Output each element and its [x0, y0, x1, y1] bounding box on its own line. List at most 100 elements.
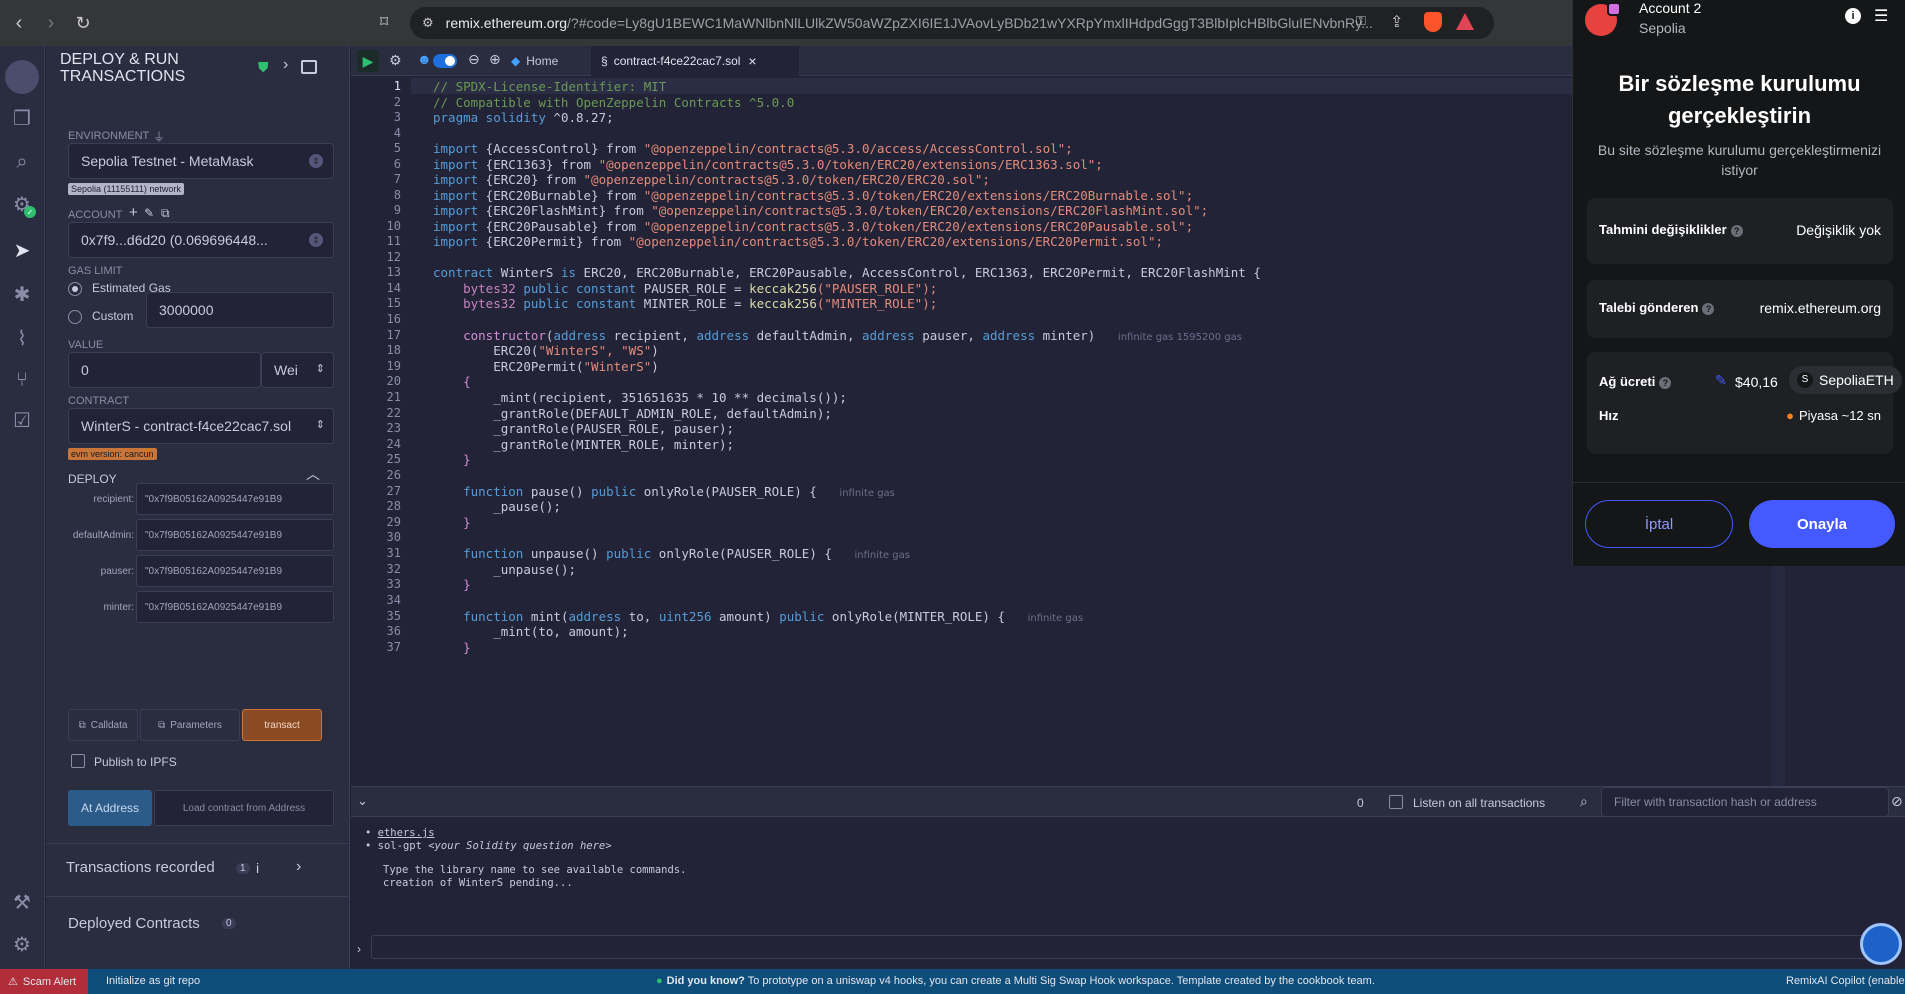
terminal-panel: ⌄ 0 Listen on all transactions ⌕ Filter …: [351, 786, 1905, 969]
home-tab-label: Home: [526, 54, 559, 68]
estimated-changes-card: Tahmini değişiklikler? Değişiklik yok: [1587, 198, 1893, 264]
settings-gear-icon[interactable]: ⚙: [8, 930, 36, 958]
at-address-button[interactable]: At Address: [68, 790, 152, 826]
popup-subtitle: Bu site sözleşme kurulumu gerçekleştirme…: [1597, 142, 1882, 178]
file-explorer-icon[interactable]: ❐: [8, 104, 36, 132]
value-input[interactable]: 0: [68, 352, 261, 388]
debugger-icon[interactable]: ✱: [8, 280, 36, 308]
scam-alert[interactable]: ⚠ Scam Alert: [0, 969, 88, 994]
brave-rewards-icon[interactable]: [1456, 13, 1474, 30]
info-icon[interactable]: i: [256, 860, 259, 876]
publish-ipfs-checkbox[interactable]: [71, 754, 85, 768]
transact-button[interactable]: transact: [242, 709, 322, 741]
cancel-button[interactable]: İptal: [1585, 500, 1733, 548]
filter-placeholder: Filter with transaction hash or address: [1614, 795, 1817, 809]
param-input-default-admin[interactable]: "0x7f9B05162A0925447e91B9: [136, 519, 334, 551]
close-tab-icon[interactable]: ×: [748, 53, 756, 69]
environment-label: ENVIRONMENT: [68, 130, 150, 142]
share-icon[interactable]: ⇪: [1390, 12, 1403, 32]
param-label-minter: minter:: [103, 602, 134, 613]
brave-shield-icon[interactable]: [1424, 12, 1442, 32]
site-settings-icon[interactable]: ⚙: [422, 15, 434, 31]
lightbulb-icon: ●: [656, 975, 663, 987]
popup-title: Bir sözleşme kurulumu gerçekleştirin: [1618, 71, 1861, 128]
account-avatar[interactable]: [1585, 2, 1621, 36]
metamask-popup: Account 2 Sepolia i ☰ Bir sözleşme kurul…: [1572, 0, 1905, 566]
url-bar[interactable]: ⚙ remix.ethereum.org/?#code=Ly8gU1BEWC1M…: [410, 7, 1494, 39]
remix-logo-icon[interactable]: [5, 60, 39, 94]
environment-select[interactable]: Sepolia Testnet - MetaMask ⇕: [68, 143, 334, 179]
plugin-manager-icon[interactable]: ⚒: [8, 888, 36, 916]
tab-home[interactable]: ◆ Home: [511, 46, 591, 76]
parameters-button[interactable]: ⧉ Parameters: [140, 709, 240, 741]
listen-all-label: Listen on all transactions: [1413, 796, 1546, 810]
chevron-right-icon[interactable]: ›: [283, 56, 288, 74]
checklist-icon[interactable]: ☑: [8, 406, 36, 434]
code-line-5: import {AccessControl} from "@openzeppel…: [433, 141, 1073, 156]
network-fee-card: Ağ ücreti? ✎ $40,16 S SepoliaETH Hız ● Piy…: [1587, 352, 1902, 454]
custom-gas-radio[interactable]: [68, 310, 82, 324]
bookmark-icon[interactable]: ⌑: [380, 12, 388, 32]
deploy-run-icon[interactable]: ➤: [8, 236, 36, 264]
param-input-recipient[interactable]: "0x7f9B05162A0925447e91B9: [136, 483, 334, 515]
terminal-line-pending: creation of WinterS pending...: [383, 877, 573, 889]
fee-token-pill[interactable]: S SepoliaETH: [1789, 366, 1902, 394]
help-icon[interactable]: ?: [1730, 224, 1743, 237]
value-unit-select[interactable]: Wei ⇕: [261, 352, 334, 388]
contract-select[interactable]: WinterS - contract-f4ce22cac7.sol ⇕: [68, 408, 334, 444]
info-circle-icon[interactable]: i: [1845, 8, 1861, 24]
sliders-icon[interactable]: ☰: [1874, 6, 1888, 26]
reload-icon[interactable]: ↻: [70, 10, 96, 36]
popup-footer-divider: [1573, 482, 1905, 483]
edit-fee-icon[interactable]: ✎: [1715, 372, 1727, 389]
ai-toggle[interactable]: [433, 54, 457, 68]
git-init-link[interactable]: Initialize as git repo: [106, 975, 200, 987]
terminal-input[interactable]: [371, 935, 1875, 959]
gas-estimate-constructor: infinite gas 1595200 gas: [1117, 332, 1242, 343]
remix-ai-bot-icon[interactable]: [1860, 923, 1902, 965]
clear-console-icon[interactable]: ⊘: [1891, 793, 1903, 810]
edit-account-icon[interactable]: ✎: [144, 206, 154, 220]
code-line-20: {: [463, 374, 471, 389]
git-icon[interactable]: ⑂: [8, 366, 36, 394]
code-line-24: _grantRole(MINTER_ROLE, minter);: [493, 437, 735, 452]
copy-account-icon[interactable]: ⧉: [161, 206, 170, 221]
solidity-compiler-icon[interactable]: ⚙ ✓: [8, 190, 36, 218]
code-line-29: }: [463, 515, 471, 530]
tab-contract-file[interactable]: § contract-f4ce22cac7.sol ×: [591, 46, 799, 76]
load-contract-input[interactable]: Load contract from Address: [154, 790, 334, 826]
back-icon[interactable]: ‹: [6, 10, 32, 36]
help-icon[interactable]: ?: [1702, 302, 1715, 315]
search-icon[interactable]: ⌕: [8, 148, 36, 176]
transactions-recorded-label[interactable]: Transactions recorded: [66, 859, 215, 876]
param-input-minter[interactable]: "0x7f9B05162A0925447e91B9: [136, 591, 334, 623]
listen-all-checkbox[interactable]: [1389, 795, 1403, 809]
terminal-line-solgpt: • sol-gpt <your Solidity question here>: [365, 840, 612, 852]
add-account-icon[interactable]: +: [129, 204, 138, 221]
key-icon[interactable]: ⚿: [1356, 13, 1366, 29]
panel-title: DEPLOY & RUN TRANSACTIONS: [60, 51, 185, 85]
ethers-link[interactable]: ethers.js: [378, 827, 435, 839]
ai-bot-icon[interactable]: ☻: [417, 51, 432, 67]
run-script-icon[interactable]: ▶: [357, 50, 379, 72]
help-icon[interactable]: ?: [1659, 376, 1672, 389]
collapse-chevron-icon[interactable]: ︿: [306, 464, 320, 484]
calldata-button[interactable]: ⧉ Calldata: [68, 709, 138, 741]
estimated-gas-radio[interactable]: [68, 282, 82, 296]
select-arrow-icon: ⇕: [309, 154, 323, 168]
param-input-pauser[interactable]: "0x7f9B05162A0925447e91B9: [136, 555, 334, 587]
account-select[interactable]: 0x7f9...d6d20 (0.069696448... ⇕: [68, 222, 334, 258]
expand-transactions-icon[interactable]: ›: [296, 858, 301, 876]
analytics-icon[interactable]: ⌇: [8, 324, 36, 352]
zoom-in-icon[interactable]: ⊕: [489, 51, 501, 68]
confirm-button[interactable]: Onayla: [1749, 500, 1895, 548]
script-config-icon[interactable]: ⚙: [389, 52, 402, 69]
forward-icon[interactable]: ›: [38, 10, 64, 36]
custom-gas-input[interactable]: 3000000: [146, 292, 334, 328]
panel-layout-icon[interactable]: [301, 60, 317, 74]
transaction-filter-input[interactable]: Filter with transaction hash or address: [1601, 787, 1889, 817]
zoom-out-icon[interactable]: ⊖: [468, 51, 480, 68]
remixai-copilot-status[interactable]: RemixAI Copilot (enabled): [1786, 975, 1905, 987]
collapse-terminal-icon[interactable]: ⌄: [357, 793, 368, 809]
estimated-changes-label: Tahmini değişiklikler?: [1599, 222, 1743, 237]
